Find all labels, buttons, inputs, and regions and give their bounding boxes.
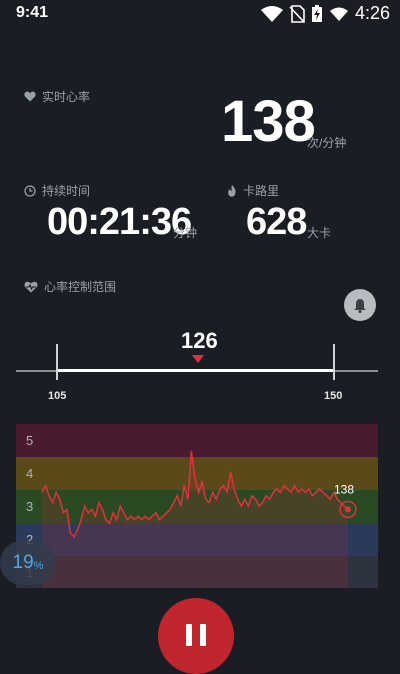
heart-rate-unit: 次/分钟	[307, 136, 347, 150]
status-icons: 4:26	[260, 3, 390, 24]
range-min-handle[interactable]	[56, 344, 58, 380]
heart-zone-chart: 54321138	[16, 424, 378, 589]
heart-pulse-icon	[24, 281, 38, 292]
range-max-handle[interactable]	[333, 344, 335, 380]
pause-bar-right	[200, 624, 206, 646]
heart-zone-chart-svg: 54321138	[16, 424, 378, 589]
pause-button[interactable]	[158, 598, 234, 674]
pause-icon	[186, 598, 206, 646]
pause-bar-left	[186, 624, 192, 646]
current-point-label: 138	[334, 482, 354, 496]
heart-rate-label: 实时心率	[42, 90, 91, 104]
no-sim-icon	[289, 4, 305, 23]
zone-label-3: 3	[26, 499, 33, 514]
calories-label: 卡路里	[243, 184, 280, 198]
calories-label-row: 卡路里	[227, 182, 279, 199]
battery-charging-icon	[311, 4, 322, 22]
progress-badge[interactable]: 19 %	[0, 541, 56, 585]
wifi-small-icon	[329, 7, 348, 21]
progress-value: 19	[12, 552, 34, 573]
range-label: 心率控制范围	[44, 280, 117, 294]
clock-icon	[24, 184, 36, 197]
flame-icon	[228, 184, 236, 197]
current-point	[345, 506, 351, 513]
heart-icon	[24, 91, 36, 102]
duration-value: 00:21:36	[47, 201, 192, 243]
duration-unit: 分钟	[173, 226, 198, 240]
status-right-text: 4:26	[354, 3, 390, 23]
zone-label-4: 4	[26, 466, 33, 481]
bell-icon	[354, 298, 366, 313]
duration-label: 持续时间	[42, 184, 91, 198]
alert-toggle-button[interactable]	[344, 289, 376, 321]
range-max-label: 150	[324, 390, 343, 402]
heart-rate-label-row: 实时心率	[24, 88, 90, 105]
range-current-value: 126	[181, 328, 218, 353]
duration-label-row: 持续时间	[24, 182, 90, 199]
zone-band-5	[16, 424, 378, 457]
zone-label-5: 5	[26, 433, 33, 448]
range-label-row: 心率控制范围	[24, 278, 116, 295]
status-time: 9:41	[16, 4, 49, 21]
progress-sign: %	[33, 560, 44, 572]
heart-rate-value: 138	[221, 89, 316, 154]
calories-unit: 大卡	[307, 226, 332, 240]
calories-value: 628	[246, 201, 307, 243]
range-min-label: 105	[48, 390, 67, 402]
wifi-icon	[260, 5, 283, 22]
range-active-track[interactable]	[57, 369, 334, 372]
range-marker-icon[interactable]	[192, 355, 204, 363]
